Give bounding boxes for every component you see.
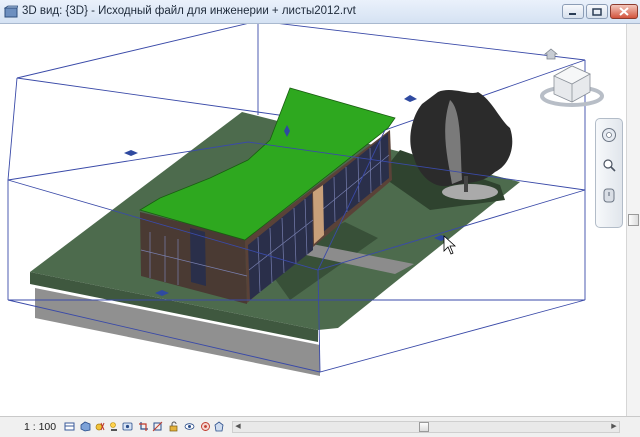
reveal-hidden-icon[interactable] xyxy=(200,421,211,432)
show-crop-icon[interactable] xyxy=(152,421,163,432)
minimize-icon xyxy=(569,12,576,15)
maximize-button[interactable] xyxy=(586,4,608,19)
temporary-hide-icon[interactable] xyxy=(184,421,195,432)
mouse-cursor xyxy=(443,235,457,255)
revit-app-icon[interactable] xyxy=(3,5,19,19)
crop-view-icon[interactable] xyxy=(138,421,149,432)
vertical-scroll-thumb[interactable] xyxy=(628,214,639,226)
vertical-scrollbar[interactable] xyxy=(626,24,640,416)
zoom-icon xyxy=(603,159,616,172)
close-icon xyxy=(619,7,629,16)
orbit-icon xyxy=(603,188,615,203)
3d-scene xyxy=(7,24,586,376)
minimize-button[interactable] xyxy=(562,4,584,19)
sun-path-icon[interactable] xyxy=(94,421,105,432)
detail-level-icon[interactable] xyxy=(64,421,75,432)
visual-style-icon[interactable] xyxy=(80,421,91,432)
navigation-bar xyxy=(595,118,623,228)
steering-wheel-tool[interactable] xyxy=(601,127,617,143)
orbit-tool[interactable] xyxy=(601,187,617,203)
scroll-right-icon[interactable]: ▶ xyxy=(609,422,619,432)
maximize-icon xyxy=(592,7,602,16)
scroll-left-icon[interactable]: ◀ xyxy=(233,422,243,432)
3d-viewport[interactable] xyxy=(0,24,640,416)
view-control-bar: 1 : 100 ◀ ▶ xyxy=(0,416,640,437)
window-titlebar: 3D вид: {3D} - Исходный файл для инженер… xyxy=(0,0,640,24)
analytical-model-icon[interactable] xyxy=(214,421,225,432)
horizontal-scrollbar[interactable]: ◀ ▶ xyxy=(232,421,620,433)
shadows-icon[interactable] xyxy=(108,421,119,432)
steering-wheel-icon xyxy=(602,128,616,142)
unlock-3d-view-icon[interactable] xyxy=(168,421,179,432)
horizontal-scroll-thumb[interactable] xyxy=(419,422,429,432)
show-rendering-icon[interactable] xyxy=(122,421,133,432)
home-icon[interactable] xyxy=(544,48,558,60)
close-button[interactable] xyxy=(610,4,638,19)
zoom-tool[interactable] xyxy=(601,157,617,173)
window-title: 3D вид: {3D} - Исходный файл для инженер… xyxy=(22,5,356,17)
view-scale[interactable]: 1 : 100 xyxy=(24,421,56,433)
viewcube[interactable] xyxy=(536,48,606,108)
